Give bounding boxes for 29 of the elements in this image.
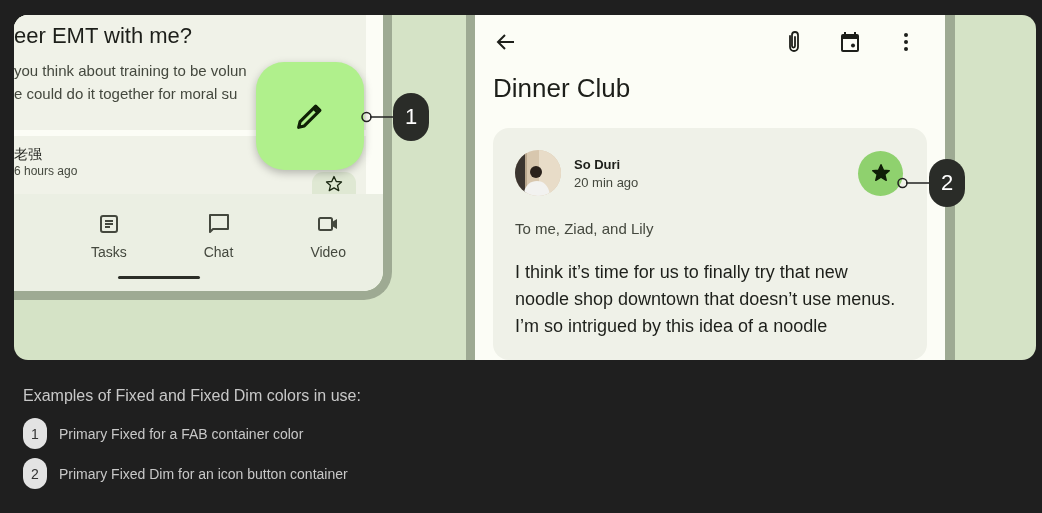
callout-number: 2 bbox=[929, 159, 965, 207]
nav-item[interactable]: Video bbox=[273, 206, 383, 266]
caption-text: Primary Fixed Dim for an icon button container bbox=[59, 465, 348, 482]
callout-number: 1 bbox=[393, 93, 429, 141]
star-icon bbox=[869, 162, 892, 184]
leader-line bbox=[361, 111, 393, 123]
leader-line bbox=[897, 177, 929, 189]
nav-item[interactable]: Tasks bbox=[54, 206, 164, 266]
number-badge: 2 bbox=[23, 458, 47, 489]
caption-title: Examples of Fixed and Fixed Dim colors in use: bbox=[23, 387, 362, 405]
chat-icon bbox=[206, 212, 231, 236]
message-preview: you think about training to be volun bbox=[14, 61, 248, 81]
message-time: 6 hours ago bbox=[14, 164, 79, 178]
star-button[interactable] bbox=[858, 150, 903, 196]
nav-item[interactable]: Chat bbox=[163, 206, 274, 266]
caption-text: Primary Fixed for a FAB container color bbox=[59, 425, 304, 442]
sender-name: 老强 bbox=[14, 146, 43, 164]
star-icon bbox=[324, 174, 344, 194]
calendar-icon bbox=[838, 30, 862, 54]
message-preview: e could do it together for moral su bbox=[14, 84, 239, 104]
email-body: I think it’s time for us to finally try that new noodle shop downtown that doesn’t use menus. I’m so intrigued by this idea of a noodle bbox=[515, 261, 897, 338]
message-subject: eer EMT with me? bbox=[14, 23, 194, 49]
conversation-title: Dinner Club bbox=[493, 73, 632, 104]
sender-name: So Duri bbox=[574, 156, 622, 172]
number-badge: 1 bbox=[23, 418, 47, 449]
more-options-icon bbox=[903, 32, 909, 52]
message-time: 20 min ago bbox=[574, 174, 639, 190]
star-button[interactable] bbox=[312, 172, 356, 194]
recipients-text: To me, Ziad, and Lily bbox=[515, 220, 655, 237]
